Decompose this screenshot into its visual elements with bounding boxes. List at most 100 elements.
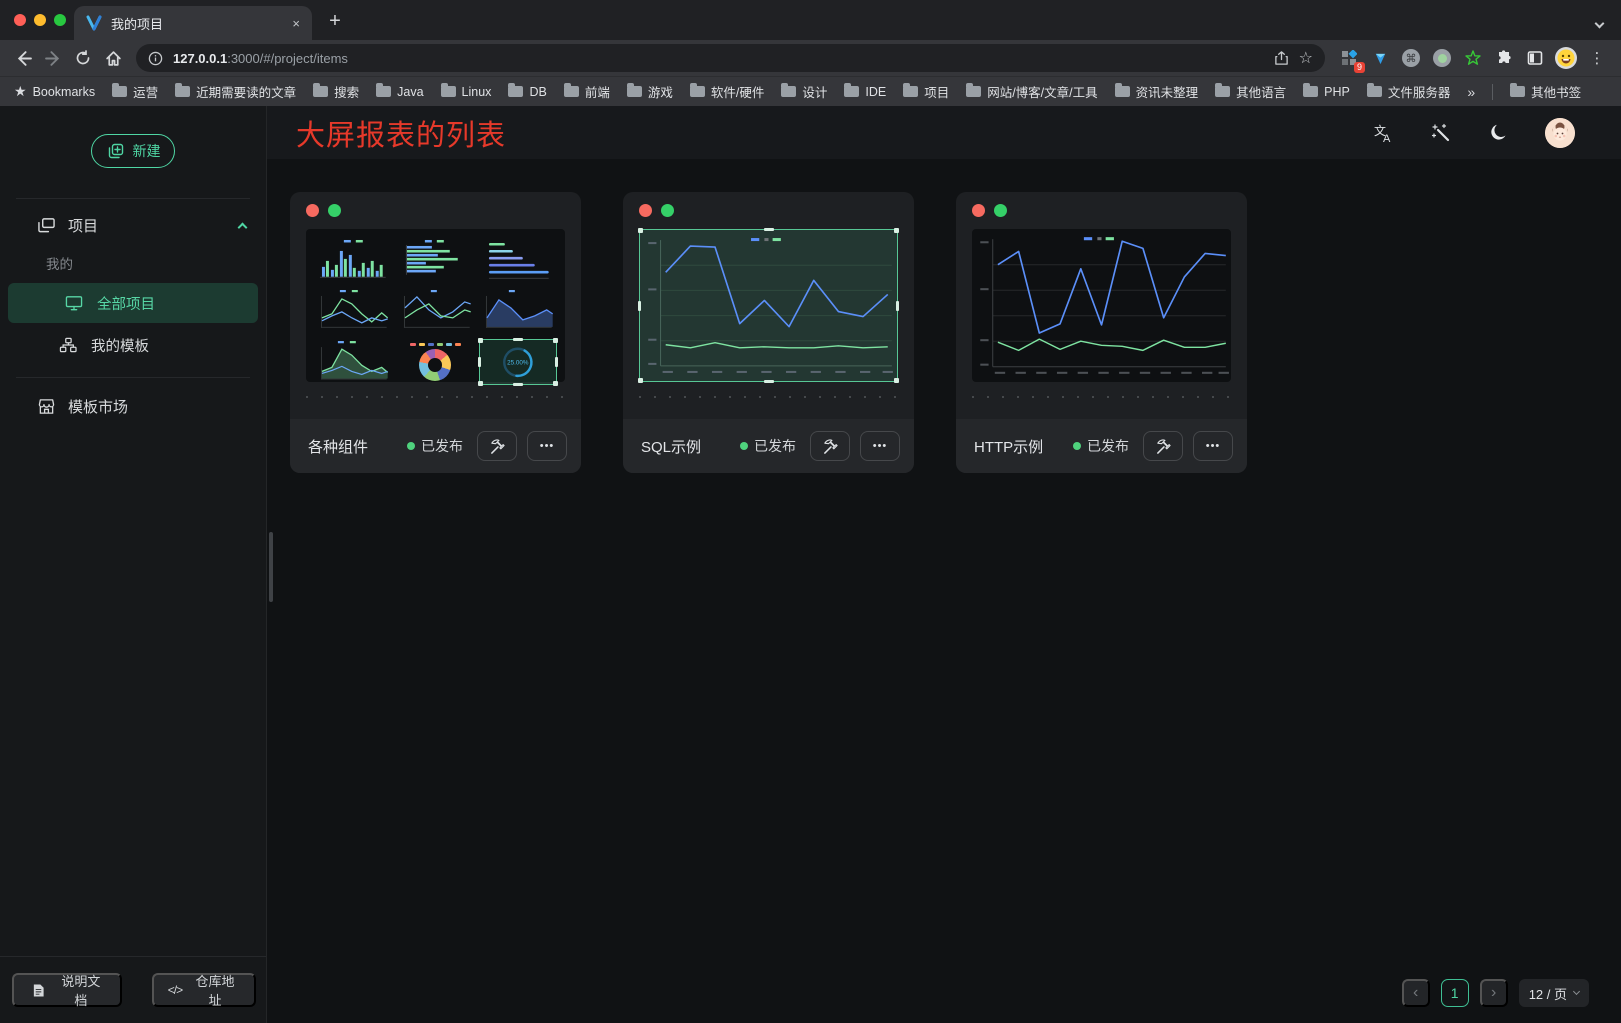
status-dot (740, 442, 748, 450)
project-card[interactable]: HTTP示例 已发布 ••• (956, 192, 1247, 473)
record-extension-icon[interactable] (1430, 46, 1454, 70)
browser-tab[interactable]: 我的项目 × (74, 6, 312, 40)
dark-mode-moon-icon[interactable] (1487, 121, 1511, 145)
grid-extension-icon[interactable]: 9 (1337, 46, 1361, 70)
mini-area-chart (479, 288, 557, 334)
bookmark-folder[interactable]: 设计 (781, 82, 827, 101)
side-panel-icon[interactable] (1523, 46, 1547, 70)
prev-page-button[interactable]: ‹ (1402, 979, 1430, 1007)
edit-hammer-button[interactable] (477, 431, 517, 461)
projects-icon (36, 217, 56, 234)
folder-icon (966, 86, 981, 97)
new-project-button[interactable]: 新建 (91, 134, 175, 168)
bookmark-folder[interactable]: 前端 (564, 82, 610, 101)
card-red-dot (306, 204, 319, 217)
card-window-dots (290, 192, 581, 221)
forward-icon[interactable] (38, 44, 68, 72)
bookmark-folder[interactable]: 软件/硬件 (690, 82, 764, 101)
status-dot (1073, 442, 1081, 450)
new-tab-button[interactable]: + (322, 8, 348, 34)
docs-button[interactable]: 说明文档 (12, 973, 122, 1007)
dotted-separator (639, 396, 898, 398)
project-card[interactable]: SQL示例 已发布 ••• (623, 192, 914, 473)
other-bookmarks[interactable]: 其他书签 (1510, 82, 1581, 101)
command-extension-icon[interactable]: ⌘ (1399, 46, 1423, 70)
card-footer: SQL示例 已发布 ••• (623, 419, 914, 473)
reload-icon[interactable] (68, 44, 98, 72)
donut-legend (410, 343, 461, 346)
maximize-window-button[interactable] (54, 14, 66, 26)
site-favicon (86, 15, 102, 31)
bookmark-folder[interactable]: 搜索 (313, 82, 359, 101)
next-page-button[interactable]: › (1480, 979, 1508, 1007)
sidebar-item-template-market[interactable]: 模板市场 (0, 386, 266, 426)
tab-search-chevron-icon[interactable] (1596, 14, 1603, 32)
gem-extension-icon[interactable] (1368, 46, 1392, 70)
bookmark-folder[interactable]: DB (508, 85, 546, 99)
template-icon (58, 337, 78, 353)
bookmark-folder[interactable]: Linux (441, 85, 492, 99)
more-actions-button[interactable]: ••• (527, 431, 567, 461)
project-name: HTTP示例 (974, 436, 1073, 457)
extensions-puzzle-icon[interactable] (1492, 46, 1516, 70)
more-actions-button[interactable]: ••• (860, 431, 900, 461)
scrollbar-thumb[interactable] (269, 532, 273, 602)
minimize-window-button[interactable] (34, 14, 46, 26)
close-window-button[interactable] (14, 14, 26, 26)
green-star-extension-icon[interactable] (1461, 46, 1485, 70)
current-page-button[interactable]: 1 (1441, 979, 1469, 1007)
browser-toolbar: 127.0.0.1:3000/#/project/items ☆ 9 ⌘ (0, 40, 1621, 76)
sidebar-group-mine: 我的 (0, 245, 266, 281)
folder-icon (1510, 86, 1525, 97)
bookmark-folder[interactable]: 运营 (112, 82, 158, 101)
collapse-chevron-icon[interactable] (238, 222, 248, 232)
profile-avatar-emoji[interactable] (1554, 46, 1578, 70)
folder-icon (441, 86, 456, 97)
site-info-icon[interactable] (148, 51, 163, 66)
mini-gradient-bar-chart (479, 237, 557, 283)
bookmark-folder[interactable]: 文件服务器 (1367, 82, 1451, 101)
bookmark-folder[interactable]: IDE (844, 85, 886, 99)
project-card-list: 25.00% 各种组件 已发布 ••• (290, 192, 1247, 473)
bookmark-folder[interactable]: PHP (1303, 85, 1350, 99)
bookmark-folder[interactable]: 其他语言 (1215, 82, 1286, 101)
sidebar-section-projects[interactable]: 项目 (0, 205, 266, 245)
code-icon: </> (168, 983, 182, 997)
publish-status: 已发布 (740, 436, 796, 456)
project-card[interactable]: 25.00% 各种组件 已发布 ••• (290, 192, 581, 473)
back-icon[interactable] (8, 44, 38, 72)
bookmark-folder[interactable]: 网站/博客/文章/工具 (966, 82, 1097, 101)
bookmarks-overflow-chevron[interactable]: » (1467, 84, 1475, 100)
bookmarks-star-icon: ★ (14, 83, 27, 100)
card-thumbnail[interactable] (972, 229, 1231, 382)
magic-wand-icon[interactable] (1429, 121, 1453, 145)
bookmarks-manager[interactable]: ★ Bookmarks (14, 83, 95, 100)
bookmark-folder[interactable]: 近期需要读的文章 (175, 82, 296, 101)
edit-hammer-button[interactable] (810, 431, 850, 461)
card-thumbnail[interactable]: 25.00% (306, 229, 565, 382)
home-icon[interactable] (98, 44, 128, 72)
browser-menu-icon[interactable]: ⋮ (1585, 46, 1609, 70)
bookmarks-label: Bookmarks (33, 85, 96, 99)
bookmark-folder[interactable]: 游戏 (627, 82, 673, 101)
repo-button[interactable]: </> 仓库地址 (152, 973, 256, 1007)
folder-icon (690, 86, 705, 97)
user-avatar[interactable] (1545, 118, 1575, 148)
bookmark-star-icon[interactable]: ☆ (1299, 48, 1313, 68)
edit-hammer-button[interactable] (1143, 431, 1183, 461)
more-actions-button[interactable]: ••• (1193, 431, 1233, 461)
mini-donut-chart (397, 339, 475, 386)
extension-badge: 9 (1354, 62, 1365, 73)
language-icon[interactable]: 文A (1371, 121, 1395, 145)
tab-close-icon[interactable]: × (292, 16, 300, 31)
sidebar-item-my-templates[interactable]: 我的模板 (0, 325, 266, 365)
bookmarks-bar: ★ Bookmarks 运营 近期需要读的文章 搜索 Java Linux DB… (0, 76, 1621, 106)
page-size-select[interactable]: 12 / 页 (1519, 979, 1589, 1007)
address-bar[interactable]: 127.0.0.1:3000/#/project/items ☆ (136, 44, 1325, 72)
bookmark-folder[interactable]: 资讯未整理 (1115, 82, 1199, 101)
bookmark-folder[interactable]: Java (376, 85, 423, 99)
card-thumbnail[interactable] (639, 229, 898, 382)
sidebar-item-all-projects[interactable]: 全部项目 (8, 283, 258, 323)
bookmark-folder[interactable]: 项目 (903, 82, 949, 101)
share-icon[interactable] (1274, 51, 1289, 66)
